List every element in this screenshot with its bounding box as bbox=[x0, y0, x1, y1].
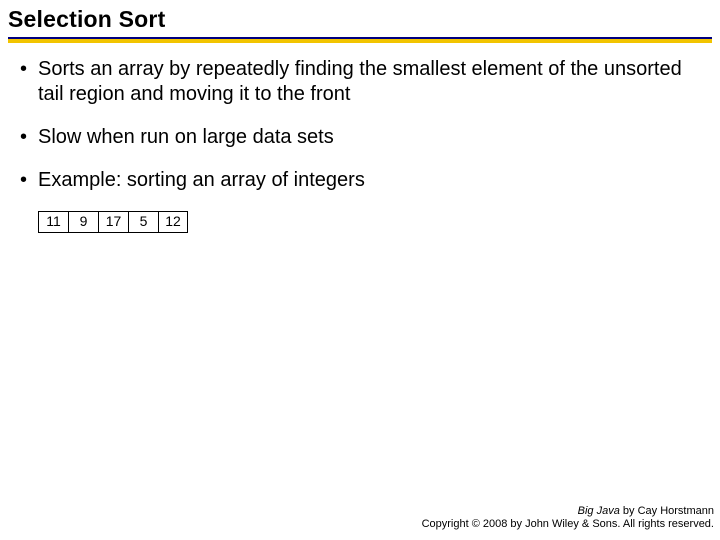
book-title: Big Java bbox=[578, 505, 620, 517]
array-cell: 11 bbox=[38, 211, 68, 233]
footer-line-2: Copyright © 2008 by John Wiley & Sons. A… bbox=[422, 518, 714, 532]
title-area: Selection Sort bbox=[0, 0, 720, 47]
array-cell: 9 bbox=[68, 211, 98, 233]
array-cell: 5 bbox=[128, 211, 158, 233]
array-cell: 12 bbox=[158, 211, 188, 233]
bullet-item: Slow when run on large data sets bbox=[20, 125, 700, 150]
rule-gold bbox=[8, 39, 712, 43]
bullet-list: Sorts an array by repeatedly finding the… bbox=[20, 57, 700, 193]
author-text: by Cay Horstmann bbox=[620, 505, 714, 517]
footer-line-1: Big Java by Cay Horstmann bbox=[422, 505, 714, 519]
array-cell: 17 bbox=[98, 211, 128, 233]
array-row: 11 9 17 5 12 bbox=[38, 211, 700, 233]
footer: Big Java by Cay Horstmann Copyright © 20… bbox=[422, 505, 714, 533]
bullet-item: Sorts an array by repeatedly finding the… bbox=[20, 57, 700, 107]
slide: Selection Sort Sorts an array by repeate… bbox=[0, 0, 720, 540]
slide-title: Selection Sort bbox=[8, 6, 712, 33]
slide-body: Sorts an array by repeatedly finding the… bbox=[0, 47, 720, 233]
bullet-item: Example: sorting an array of integers bbox=[20, 168, 700, 193]
